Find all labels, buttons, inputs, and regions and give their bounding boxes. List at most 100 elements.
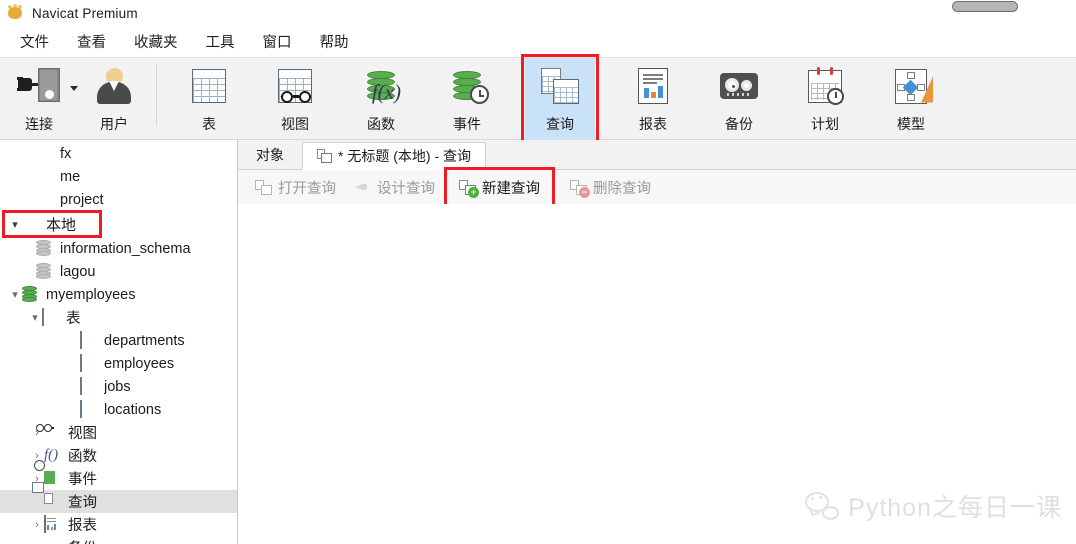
main-panel: 对象 * 无标题 (本地) - 查询 打开查询 <box>238 140 1076 544</box>
connection-tree-sidebar[interactable]: fx me project ▾ 本地 <box>0 140 238 544</box>
ribbon-report-label: 报表 <box>639 114 667 134</box>
calendar-clock-icon <box>808 64 842 108</box>
query-icon <box>541 64 579 108</box>
database-icon <box>36 240 55 257</box>
design-query-label: 设计查询 <box>377 177 435 198</box>
query-toolbar: 打开查询 设计查询 + 新建查询 <box>238 170 1076 205</box>
chevron-down-icon[interactable] <box>70 86 78 91</box>
new-query-button[interactable]: + 新建查询 <box>450 173 549 202</box>
tree-item-label: departments <box>104 333 185 349</box>
tree-item-label: fx <box>60 146 71 162</box>
tab-objects[interactable]: 对象 <box>238 141 302 169</box>
chevron-right-icon[interactable]: › <box>30 518 44 532</box>
event-clock-icon <box>453 64 481 108</box>
tree-item-queries[interactable]: 查询 <box>0 490 237 513</box>
open-query-icon <box>255 180 272 195</box>
function-fx-icon: f() <box>44 447 63 464</box>
tree-item-information-schema[interactable]: information_schema <box>0 237 237 260</box>
ribbon-view[interactable]: 视图 <box>263 58 327 136</box>
chevron-down-icon[interactable]: ▾ <box>8 288 22 302</box>
report-icon <box>44 516 63 533</box>
tree-item-locations[interactable]: locations <box>0 398 237 421</box>
connection-icon <box>18 64 60 108</box>
menu-window[interactable]: 窗口 <box>249 28 306 55</box>
table-icon <box>80 355 99 372</box>
query-icon <box>44 493 63 510</box>
menu-help[interactable]: 帮助 <box>306 28 363 55</box>
ribbon-event[interactable]: 事件 <box>435 58 499 136</box>
ribbon-function-label: 函数 <box>367 114 395 134</box>
connection-icon <box>36 191 55 208</box>
chevron-down-icon[interactable]: ▾ <box>8 217 22 231</box>
view-glasses-icon <box>44 424 63 441</box>
tree-item-reports[interactable]: › 报表 <box>0 513 237 536</box>
menu-file[interactable]: 文件 <box>6 28 63 55</box>
tree-item-departments[interactable]: departments <box>0 329 237 352</box>
ribbon-report[interactable]: 报表 <box>621 58 685 136</box>
ribbon-model[interactable]: 模型 <box>879 58 943 136</box>
event-clock-icon <box>44 470 63 487</box>
ribbon-toolbar: 连接 用户 表 视图 f <box>0 57 1076 140</box>
tree-item-label: 函数 <box>68 445 97 466</box>
new-query-icon: + <box>459 180 476 195</box>
ribbon-function[interactable]: f(x) 函数 <box>349 58 413 136</box>
ribbon-backup-label: 备份 <box>725 114 753 134</box>
ribbon-connection-label: 连接 <box>25 114 53 134</box>
open-query-label: 打开查询 <box>278 177 336 198</box>
database-icon <box>36 263 55 280</box>
tree-item-tables[interactable]: ▾ 表 <box>0 306 237 329</box>
tab-strip: 对象 * 无标题 (本地) - 查询 <box>238 140 1076 170</box>
tree-item-label: 表 <box>66 307 81 328</box>
tab-objects-label: 对象 <box>256 145 284 165</box>
ribbon-query-label: 查询 <box>546 114 574 134</box>
tree-item-local[interactable]: ▾ 本地 <box>0 211 237 237</box>
tree-item-label: information_schema <box>60 241 191 257</box>
body-area: fx me project ▾ 本地 <box>0 140 1076 544</box>
tree-item-label: jobs <box>104 379 131 395</box>
database-icon-open <box>22 286 41 303</box>
query-list-canvas[interactable]: Python之每日一课 <box>238 204 1076 544</box>
ribbon-user[interactable]: 用户 <box>82 58 146 136</box>
table-icon <box>80 378 99 395</box>
tree-item-myemployees[interactable]: ▾ myemployees <box>0 283 237 306</box>
tree-item-fx[interactable]: fx <box>0 142 237 165</box>
tree-item-employees[interactable]: employees <box>0 352 237 375</box>
ribbon-plan[interactable]: 计划 <box>793 58 857 136</box>
menu-bar: 文件 查看 收藏夹 工具 窗口 帮助 <box>0 26 1076 57</box>
tree-item-label: 本地 <box>46 214 76 235</box>
tree-item-lagou[interactable]: lagou <box>0 260 237 283</box>
ribbon-separator-1 <box>156 64 157 126</box>
open-query-button[interactable]: 打开查询 <box>246 173 345 202</box>
design-query-button[interactable]: 设计查询 <box>345 173 444 202</box>
tree-item-me[interactable]: me <box>0 165 237 188</box>
ribbon-event-label: 事件 <box>453 114 481 134</box>
wechat-logo-icon <box>805 492 839 520</box>
tree-item-label: project <box>60 192 104 208</box>
tab-untitled-query-label: * 无标题 (本地) - 查询 <box>338 146 471 166</box>
ribbon-backup[interactable]: 备份 <box>707 58 771 136</box>
ribbon-connection[interactable]: 连接 <box>10 58 68 136</box>
query-icon <box>317 149 332 163</box>
chevron-down-icon[interactable]: ▾ <box>28 311 42 325</box>
menu-view[interactable]: 查看 <box>63 28 120 55</box>
tree-item-label: 报表 <box>68 514 97 535</box>
watermark: Python之每日一课 <box>805 488 1062 524</box>
tree-item-jobs[interactable]: jobs <box>0 375 237 398</box>
watermark-text: Python之每日一课 <box>848 488 1062 524</box>
tree-item-views[interactable]: › 视图 <box>0 421 237 444</box>
ribbon-table[interactable]: 表 <box>177 58 241 136</box>
window-title: Navicat Premium <box>32 6 138 21</box>
tree-item-label: lagou <box>60 264 95 280</box>
tree-item-project[interactable]: project <box>0 188 237 211</box>
tree-item-label: 事件 <box>68 468 97 489</box>
ribbon-model-label: 模型 <box>897 114 925 134</box>
tab-untitled-query[interactable]: * 无标题 (本地) - 查询 <box>302 142 486 170</box>
delete-query-button[interactable]: − 删除查询 <box>561 173 660 202</box>
chevron-right-icon[interactable]: › <box>30 541 44 544</box>
tree-item-backups[interactable]: › 备份 <box>0 536 237 544</box>
title-bar: Navicat Premium <box>0 0 1076 26</box>
menu-tools[interactable]: 工具 <box>192 28 249 55</box>
menu-favorites[interactable]: 收藏夹 <box>120 28 192 55</box>
table-icon <box>80 401 99 418</box>
ribbon-query[interactable]: 查询 <box>525 58 595 140</box>
